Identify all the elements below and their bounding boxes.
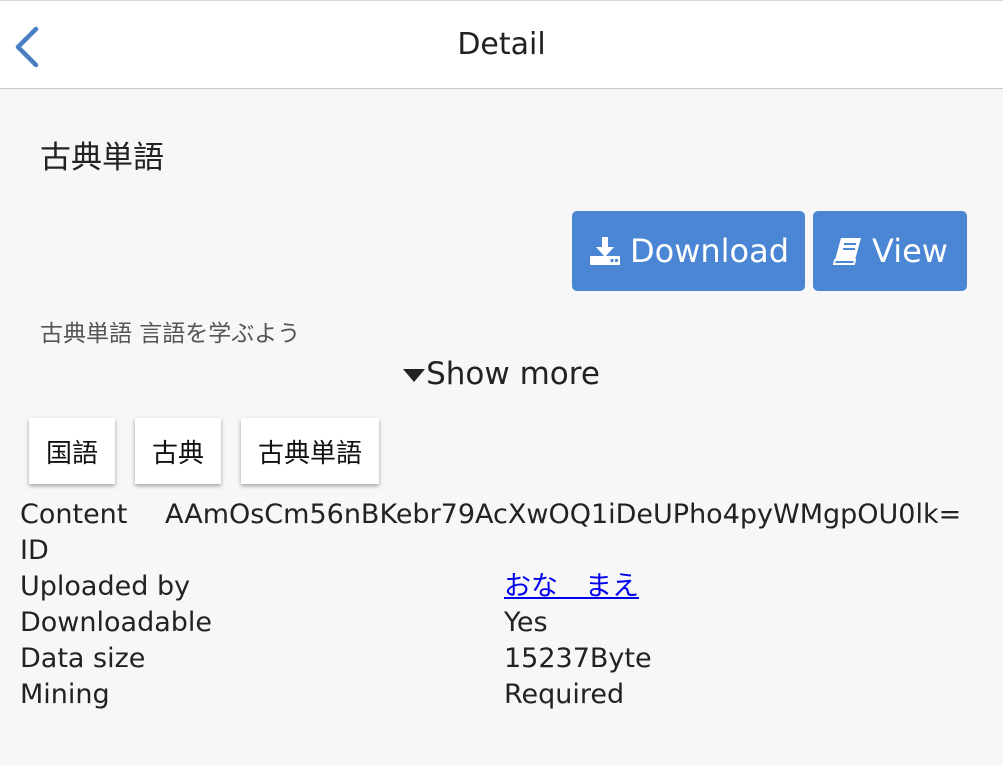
view-label: View xyxy=(872,232,948,270)
show-more-toggle[interactable]: Show more xyxy=(0,356,1003,392)
content-id-label: Content xyxy=(20,499,128,530)
data-size-label: Data size xyxy=(20,643,146,674)
content-id-label-2: ID xyxy=(20,535,49,566)
download-icon xyxy=(589,237,620,265)
data-size-value: 15237Byte xyxy=(504,643,652,674)
navigation-bar: Detail xyxy=(0,0,1003,89)
view-button[interactable]: View xyxy=(813,211,967,291)
mining-label: Mining xyxy=(20,679,110,710)
page-title: Detail xyxy=(457,27,546,62)
uploaded-by-label: Uploaded by xyxy=(20,571,191,602)
mining-value: Required xyxy=(504,679,625,710)
downloadable-label: Downloadable xyxy=(20,607,213,638)
content-description: 古典単語 言語を学ぶよう xyxy=(40,321,301,347)
tag-chip[interactable]: 国語 xyxy=(29,418,116,484)
triangle-down-icon xyxy=(403,369,426,382)
content-id-value: AAmOsCm56nBKebr79AcXwOQ1iDeUPho4pyWMgpOU… xyxy=(165,499,962,530)
download-label: Download xyxy=(629,232,790,270)
content-title: 古典単語 xyxy=(40,140,164,176)
tag-list: 国語 古典 古典単語 xyxy=(29,418,380,484)
uploader-link[interactable]: おな まえ xyxy=(504,569,639,605)
tag-chip[interactable]: 古典 xyxy=(135,418,222,484)
book-icon xyxy=(832,238,862,265)
downloadable-value: Yes xyxy=(504,607,548,638)
tag-chip[interactable]: 古典単語 xyxy=(241,418,380,484)
show-more-label: Show more xyxy=(426,356,600,392)
download-button[interactable]: Download xyxy=(572,211,805,291)
